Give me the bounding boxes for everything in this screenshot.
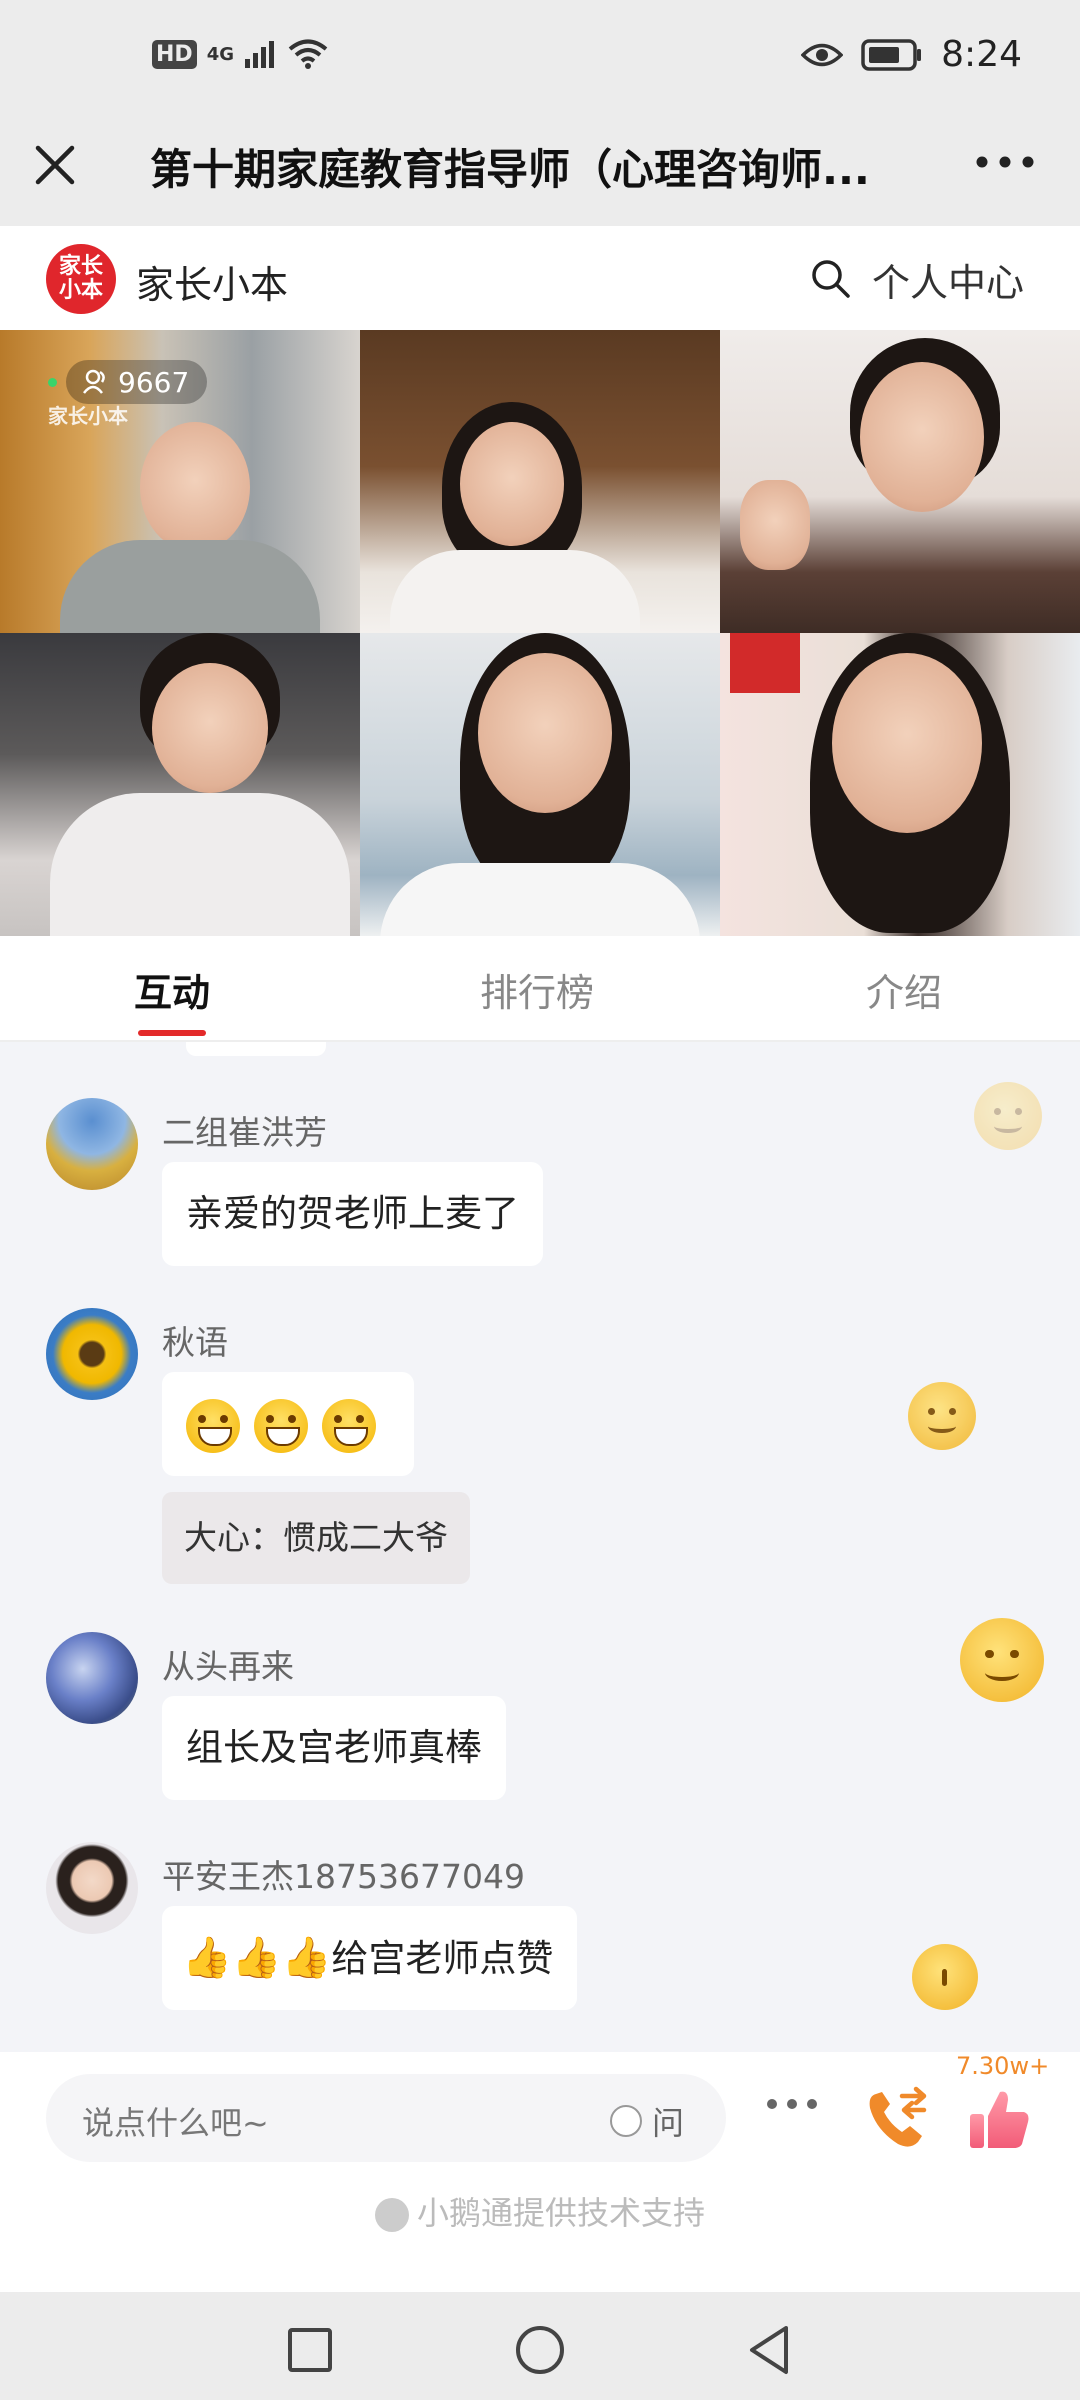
video-tile-3[interactable] — [720, 330, 1080, 633]
status-bar: HD 4G 8:24 — [0, 0, 1080, 120]
participant-body — [380, 863, 700, 936]
thumbs-up-icon[interactable] — [966, 2086, 1032, 2152]
grin-emoji — [322, 1398, 376, 1453]
live-indicator — [48, 378, 57, 387]
ask-radio[interactable] — [610, 2105, 642, 2137]
personal-center-link[interactable]: 个人中心 — [872, 252, 1024, 307]
xiaoetong-logo-icon — [374, 2198, 409, 2232]
system-nav-bar — [0, 2292, 1080, 2400]
input-placeholder: 说点什么吧~ — [82, 2104, 269, 2142]
tech-support-footer: 小鹅通提供技术支持 — [0, 2188, 1080, 2234]
video-tile-2[interactable] — [360, 330, 720, 633]
floating-like-icon — [912, 1944, 978, 2010]
more-icon[interactable] — [970, 142, 1040, 182]
message-bubble — [162, 1372, 414, 1476]
search-icon[interactable] — [808, 256, 852, 300]
like-count: 7.30w+ — [956, 2052, 1050, 2080]
support-text: 小鹅通提供技术支持 — [416, 2194, 705, 2232]
video-grid: 9667 家长小本 — [0, 330, 1080, 936]
tab-bar: 互动 排行榜 介绍 — [0, 936, 1080, 1042]
video-tile-6[interactable] — [720, 633, 1080, 936]
username: 从头再来 — [162, 1647, 294, 1686]
logo-line-1: 家长 — [58, 254, 103, 279]
decoration-red — [730, 633, 800, 693]
message-bubble: 亲爱的贺老师上麦了 — [162, 1162, 543, 1266]
logo-line-2: 小本 — [58, 278, 103, 303]
phone-switch-icon[interactable] — [862, 2084, 932, 2154]
video-tile-5[interactable] — [360, 633, 720, 936]
status-left: HD 4G — [152, 38, 328, 70]
viewer-count-badge: 9667 — [66, 360, 208, 404]
grin-emoji — [186, 1398, 240, 1453]
thumbs-up-emojis: 👍👍👍 — [182, 1935, 332, 1981]
participant-body — [390, 550, 640, 633]
reply-bubble: 大心：惯成二大爷 — [162, 1492, 470, 1584]
brand-name[interactable]: 家长小本 — [136, 254, 288, 309]
participant-face — [832, 653, 982, 833]
tab-ranking[interactable]: 排行榜 — [480, 962, 594, 1017]
chat-list[interactable]: 二组崔洪芳 亲爱的贺老师上麦了 秋语 大心：惯成二大爷 从头再来 组长及宫老师真… — [0, 1042, 1080, 2052]
title-bar: 第十期家庭教育指导师（心理咨询师... — [0, 120, 1080, 226]
floating-like-icon — [974, 1082, 1042, 1150]
grin-emoji — [254, 1398, 308, 1453]
message-text: 给宫老师点赞 — [331, 1937, 554, 1980]
username: 二组崔洪芳 — [162, 1113, 327, 1152]
message-bubble: 👍👍👍给宫老师点赞 — [162, 1906, 578, 2010]
participant-body — [60, 540, 320, 633]
tab-interaction[interactable]: 互动 — [134, 962, 210, 1017]
avatar[interactable] — [46, 1842, 138, 1934]
username: 平安王杰18753677049 — [162, 1857, 525, 1896]
recent-apps-icon[interactable] — [282, 2322, 338, 2378]
participant-body — [50, 793, 350, 936]
tab-intro[interactable]: 介绍 — [866, 962, 942, 1017]
status-time: 8:24 — [941, 34, 1022, 75]
ask-label: 问 — [652, 2104, 685, 2142]
avatar[interactable] — [46, 1632, 138, 1724]
more-options-icon[interactable] — [764, 2094, 820, 2114]
wifi-icon — [288, 39, 328, 69]
video-tile-4[interactable] — [0, 633, 360, 936]
input-bar: 说点什么吧~ 问 7.30w+ 小鹅通提供技术支持 — [0, 2052, 1080, 2292]
viewer-count: 9667 — [118, 365, 190, 399]
message-bubble: 组长及宫老师真棒 — [162, 1696, 506, 1800]
avatar[interactable] — [46, 1308, 138, 1400]
clipped-message — [186, 1042, 326, 1056]
participant-face — [478, 653, 612, 813]
live-watermark: 家长小本 — [48, 404, 128, 428]
participant-hand — [740, 480, 810, 570]
participant-face — [860, 362, 984, 512]
hd-badge: HD — [152, 39, 197, 69]
ask-question-toggle[interactable]: 问 — [610, 2098, 684, 2144]
network-type: 4G — [206, 43, 234, 65]
participant-face — [140, 422, 250, 552]
eye-icon — [801, 43, 844, 66]
participant-face — [460, 422, 564, 546]
avatar[interactable] — [46, 1098, 138, 1190]
home-icon[interactable] — [512, 2322, 568, 2378]
active-tab-indicator — [138, 1030, 206, 1036]
username: 秋语 — [162, 1323, 228, 1362]
video-tile-host[interactable]: 9667 家长小本 — [0, 330, 360, 633]
brand-logo[interactable]: 家长 小本 — [46, 244, 116, 314]
comment-input[interactable]: 说点什么吧~ 问 — [46, 2074, 726, 2162]
people-icon — [83, 369, 105, 394]
battery-icon — [861, 38, 922, 71]
back-icon[interactable] — [742, 2322, 798, 2378]
app-header: 家长 小本 家长小本 个人中心 — [0, 226, 1080, 330]
close-icon[interactable] — [30, 140, 80, 190]
signal-icon — [245, 41, 274, 68]
participant-face — [152, 663, 268, 793]
page-title: 第十期家庭教育指导师（心理咨询师... — [150, 145, 870, 194]
floating-like-icon — [960, 1618, 1044, 1702]
floating-like-icon — [908, 1382, 976, 1450]
status-right: 8:24 — [801, 34, 1022, 75]
